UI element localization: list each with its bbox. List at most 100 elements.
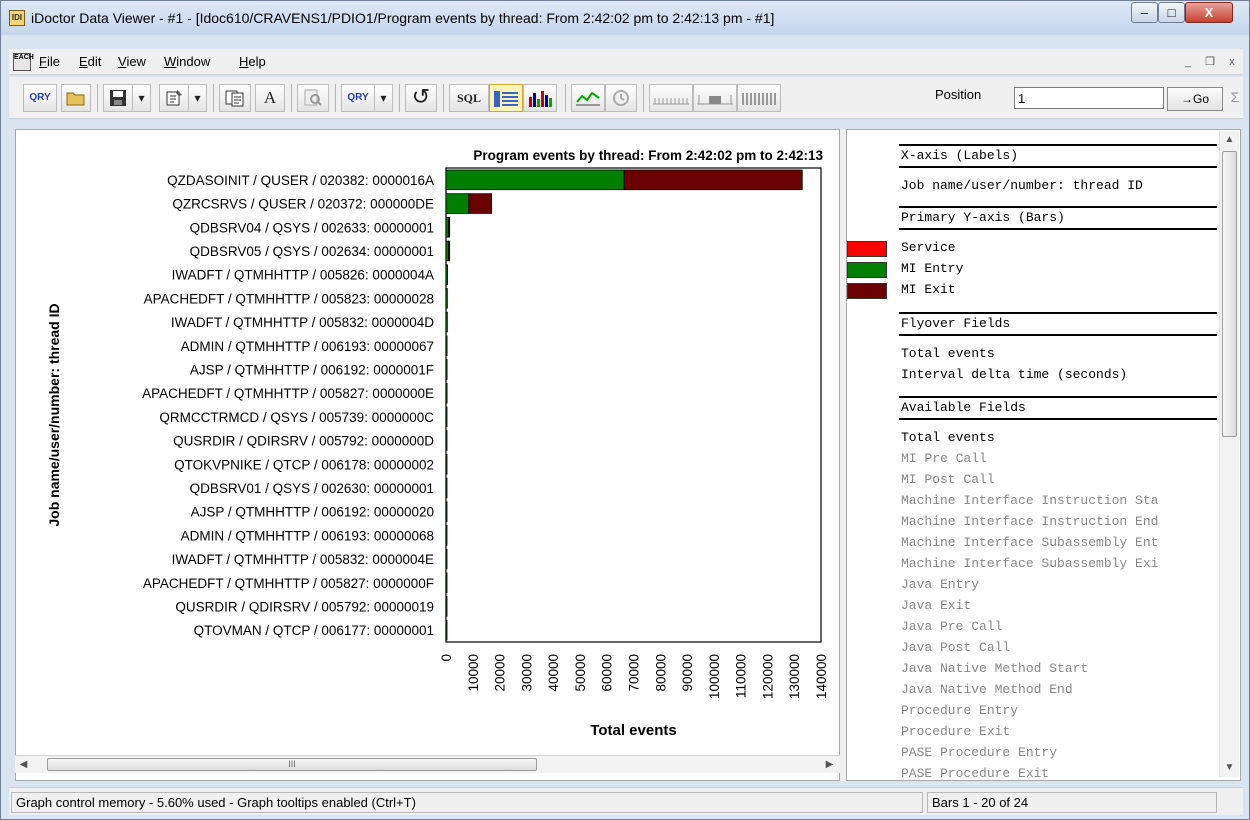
bar-segment[interactable] — [468, 193, 492, 214]
bar-segment[interactable] — [445, 240, 450, 262]
scroll-left-icon[interactable]: ◀ — [15, 756, 32, 773]
bar-segment[interactable] — [445, 169, 625, 191]
legend-swatch-service[interactable] — [847, 241, 887, 257]
open-folder-icon[interactable] — [61, 84, 91, 112]
available-field[interactable]: PASE Procedure Entry — [901, 745, 1217, 760]
available-field[interactable]: Java Entry — [901, 577, 1217, 592]
sigma-icon[interactable]: Σ — [1227, 84, 1243, 112]
bar-segment[interactable] — [445, 430, 448, 451]
document-icon[interactable]: EACH — [13, 53, 34, 71]
menu-edit[interactable]: Edit — [79, 54, 101, 69]
available-field[interactable]: MI Post Call — [901, 472, 1217, 487]
maximize-button[interactable]: □ — [1158, 2, 1185, 23]
vertical-scrollbar[interactable]: ▲ ▼ — [1219, 131, 1239, 777]
available-field[interactable]: Procedure Exit — [901, 724, 1217, 739]
bar-segment[interactable] — [623, 169, 803, 191]
menu-window[interactable]: Window — [164, 54, 210, 69]
app-icon: IDI — [9, 10, 25, 26]
bar-segment[interactable] — [445, 406, 448, 428]
bar-segment[interactable] — [445, 501, 448, 522]
available-field[interactable]: Java Native Method End — [901, 682, 1217, 697]
table-view-icon[interactable] — [489, 84, 523, 112]
bar-segment[interactable] — [445, 264, 449, 285]
menu-view[interactable]: View — [118, 54, 146, 69]
bar-segment[interactable] — [448, 240, 451, 262]
bar-segment[interactable] — [445, 572, 448, 593]
refresh-icon[interactable]: ↺ — [405, 84, 437, 112]
available-field[interactable]: Java Exit — [901, 598, 1217, 613]
available-field[interactable]: Java Native Method Start — [901, 661, 1217, 676]
scroll-down-icon[interactable]: ▼ — [1220, 759, 1239, 776]
horizontal-scroll-thumb[interactable]: III — [47, 758, 537, 771]
bar-segment[interactable] — [445, 335, 448, 356]
mdi-minimize-button[interactable]: _ — [1179, 53, 1197, 71]
go-button[interactable]: →Go — [1167, 87, 1223, 111]
flyover-field[interactable]: Total events — [901, 346, 1217, 361]
legend-item-mi-entry[interactable]: MI Entry — [901, 261, 1217, 276]
timeline-small-icon[interactable] — [649, 84, 693, 112]
bar-graph-icon[interactable] — [523, 84, 557, 112]
mdi-close-button[interactable]: x — [1223, 53, 1241, 71]
properties-icon[interactable] — [159, 84, 189, 112]
available-field[interactable]: Machine Interface Instruction Sta — [901, 493, 1217, 508]
font-button[interactable]: A — [255, 84, 285, 112]
bar-segment[interactable] — [445, 217, 450, 238]
available-field[interactable]: PASE Procedure Exit — [901, 766, 1217, 780]
bar-segment[interactable] — [448, 217, 451, 238]
clock-icon[interactable] — [605, 84, 637, 112]
bar-segment[interactable] — [445, 548, 448, 570]
bar-segment[interactable] — [445, 596, 448, 617]
available-field[interactable]: Total events — [901, 430, 1217, 445]
category-label: APACHEDFT / QTMHHTTP / 005823: 00000028 — [144, 291, 434, 306]
query-options-dropdown-icon[interactable]: ▾ — [375, 84, 393, 112]
save-dropdown-icon[interactable]: ▾ — [133, 84, 151, 112]
mdi-restore-button[interactable]: ❐ — [1201, 53, 1219, 71]
find-icon[interactable] — [297, 84, 329, 112]
legend-swatch-mi-entry[interactable] — [847, 262, 887, 278]
x-tick-label: 90000 — [680, 654, 695, 692]
bar-segment[interactable] — [445, 477, 448, 499]
query-options-button[interactable]: QRY — [341, 84, 375, 112]
x-tick-label: 100000 — [707, 654, 722, 699]
available-field[interactable]: Procedure Entry — [901, 703, 1217, 718]
available-field[interactable]: Machine Interface Instruction End — [901, 514, 1217, 529]
title-bar[interactable]: IDI iDoctor Data Viewer - #1 - [Idoc610/… — [1, 1, 1249, 35]
query-button[interactable]: QRY — [23, 84, 57, 112]
position-input[interactable] — [1014, 87, 1164, 109]
bar-segment[interactable] — [445, 382, 448, 404]
available-field[interactable]: Machine Interface Subassembly Exi — [901, 556, 1217, 571]
available-field[interactable]: Machine Interface Subassembly Ent — [901, 535, 1217, 550]
line-graph-icon[interactable] — [571, 84, 605, 112]
bar-segment[interactable] — [445, 525, 448, 546]
scroll-up-icon[interactable]: ▲ — [1220, 131, 1239, 148]
available-field[interactable]: Java Pre Call — [901, 619, 1217, 634]
menu-file[interactable]: File — [39, 54, 60, 69]
properties-dropdown-icon[interactable]: ▾ — [189, 84, 207, 112]
bar-segment[interactable] — [445, 288, 448, 309]
x-tick-label: 80000 — [653, 654, 668, 692]
legend-swatch-mi-exit[interactable] — [847, 283, 887, 299]
available-field[interactable]: Java Post Call — [901, 640, 1217, 655]
bar-segment[interactable] — [445, 359, 448, 380]
bar-segment[interactable] — [445, 619, 448, 641]
timeline-large-icon[interactable] — [737, 84, 781, 112]
menu-help[interactable]: Help — [239, 54, 266, 69]
save-icon[interactable] — [103, 84, 133, 112]
flyover-field[interactable]: Interval delta time (seconds) — [901, 367, 1217, 382]
minimize-button[interactable]: – — [1131, 2, 1158, 23]
vertical-scroll-thumb[interactable] — [1222, 151, 1237, 437]
available-field[interactable]: MI Pre Call — [901, 451, 1217, 466]
legend-item-service[interactable]: Service — [901, 240, 1217, 255]
scroll-right-icon[interactable]: ▶ — [821, 756, 838, 773]
legend-item-mi-exit[interactable]: MI Exit — [901, 282, 1217, 297]
timeline-medium-icon[interactable] — [693, 84, 737, 112]
xaxis-field[interactable]: Job name/user/number: thread ID — [901, 178, 1217, 193]
bar-segment[interactable] — [445, 311, 448, 333]
bar-segment[interactable] — [445, 453, 448, 475]
close-button[interactable]: X — [1185, 2, 1233, 23]
chart[interactable]: Program events by thread: From 2:42:02 p… — [16, 130, 839, 754]
sql-button[interactable]: SQL — [449, 84, 489, 112]
bar-segment[interactable] — [445, 193, 470, 214]
copy-icon[interactable] — [219, 84, 251, 112]
horizontal-scrollbar[interactable]: ◀ III ▶ — [15, 755, 840, 773]
